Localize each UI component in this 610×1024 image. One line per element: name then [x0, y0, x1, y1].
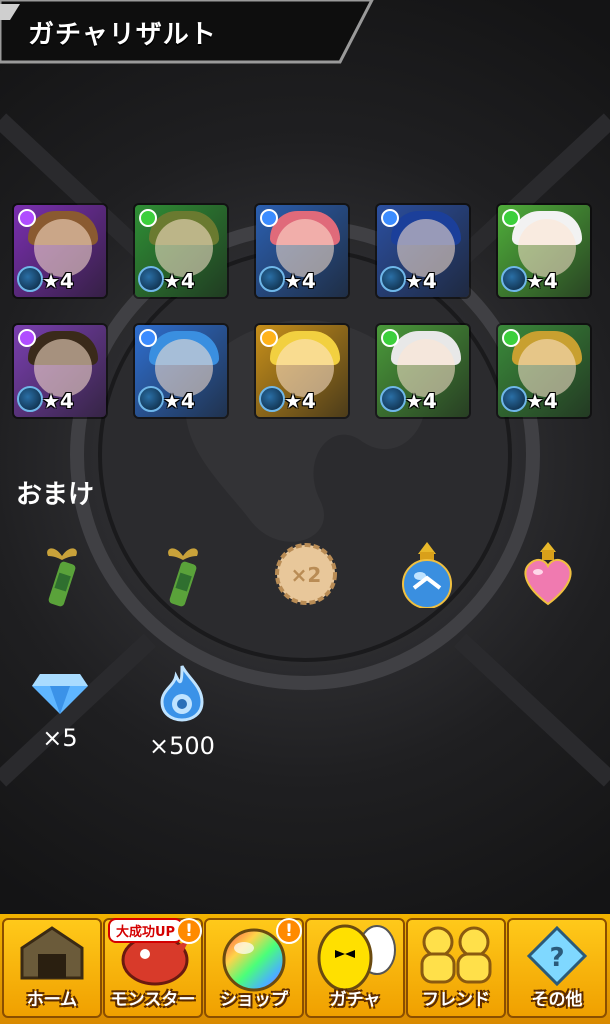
- luck-orb-icon: [501, 266, 527, 292]
- luck-orb-icon: [17, 266, 43, 292]
- monster-card[interactable]: ★4: [377, 325, 469, 417]
- nav-friend-label: フレンド: [422, 990, 490, 1010]
- rarity-label: ★4: [42, 389, 74, 413]
- luck-orb-icon: [138, 386, 164, 412]
- luck-orb-icon: [380, 266, 406, 292]
- element-icon: [381, 329, 399, 347]
- gem-count: ×5: [42, 724, 78, 752]
- monster-card[interactable]: ★4: [135, 205, 227, 297]
- nav-monster-label: モンスター: [110, 990, 196, 1010]
- rarity-label: ★4: [42, 269, 74, 293]
- nav-friend[interactable]: フレンド: [406, 918, 506, 1018]
- monster-card[interactable]: ★4: [256, 325, 348, 417]
- rarity-label: ★4: [405, 269, 437, 293]
- monster-card[interactable]: ★4: [377, 205, 469, 297]
- nav-home[interactable]: ホーム: [2, 918, 102, 1018]
- growth-potion-icon[interactable]: [157, 542, 209, 614]
- heart-flask-icon[interactable]: [518, 540, 578, 612]
- nav-other-label: その他: [531, 990, 583, 1010]
- element-icon: [502, 329, 520, 347]
- monster-card[interactable]: ★4: [14, 325, 106, 417]
- element-icon: [139, 209, 157, 227]
- background: [0, 0, 610, 1024]
- nav-home-label: ホーム: [26, 990, 78, 1010]
- element-icon: [18, 329, 36, 347]
- luck-orb-icon: [138, 266, 164, 292]
- nav-gacha[interactable]: ガチャ: [305, 918, 405, 1018]
- x2-cookie-icon[interactable]: ×2: [274, 542, 338, 610]
- background-ornament: [0, 113, 610, 787]
- element-icon: [381, 209, 399, 227]
- rarity-label: ★4: [405, 389, 437, 413]
- rarity-label: ★4: [284, 389, 316, 413]
- x2-label: ×2: [291, 563, 322, 587]
- monster-alert-icon: !: [176, 918, 202, 944]
- element-icon: [260, 209, 278, 227]
- monster-card[interactable]: ★4: [256, 205, 348, 297]
- nav-shop-label: ショップ: [220, 990, 288, 1010]
- page-title: ガチャリザルト: [28, 20, 217, 50]
- rarity-label: ★4: [284, 269, 316, 293]
- luck-orb-icon: [259, 386, 285, 412]
- luck-orb-icon: [380, 386, 406, 412]
- element-icon: [502, 209, 520, 227]
- growth-potion-icon[interactable]: [36, 542, 88, 614]
- soul-count: ×500: [149, 732, 215, 760]
- rarity-label: ★4: [526, 269, 558, 293]
- rarity-label: ★4: [163, 269, 195, 293]
- element-icon: [139, 329, 157, 347]
- gem-icon: [32, 674, 88, 714]
- element-icon: [260, 329, 278, 347]
- rarity-label: ★4: [163, 389, 195, 413]
- header: ガチャリザルト: [0, 0, 380, 66]
- element-icon: [18, 209, 36, 227]
- svg-text:?: ?: [549, 943, 564, 973]
- monster-result-grid: ★4 ★4 ★4 ★4 ★4 ★4 ★4 ★4 ★4 ★4: [14, 205, 596, 417]
- luck-orb-icon: [501, 386, 527, 412]
- soul-flame-icon: [160, 665, 204, 722]
- monster-card[interactable]: ★4: [14, 205, 106, 297]
- nav-gacha-label: ガチャ: [329, 990, 381, 1010]
- luck-orb-icon: [17, 386, 43, 412]
- bonus-title: おまけ: [16, 480, 95, 510]
- monster-card[interactable]: ★4: [498, 325, 590, 417]
- rarity-label: ★4: [526, 389, 558, 413]
- monster-success-up-badge: 大成功UP: [108, 918, 184, 943]
- bottom-nav: ホーム モンスター ショップ ガチャ フレンド ? その他: [0, 914, 610, 1024]
- monster-card[interactable]: ★4: [498, 205, 590, 297]
- luck-orb-icon: [259, 266, 285, 292]
- soul-reward: ×500: [140, 664, 224, 760]
- monster-card[interactable]: ★4: [135, 325, 227, 417]
- gem-reward: ×5: [24, 670, 96, 752]
- shop-alert-icon: !: [276, 918, 302, 944]
- blue-flask-icon[interactable]: [398, 540, 456, 612]
- nav-other[interactable]: ? その他: [507, 918, 607, 1018]
